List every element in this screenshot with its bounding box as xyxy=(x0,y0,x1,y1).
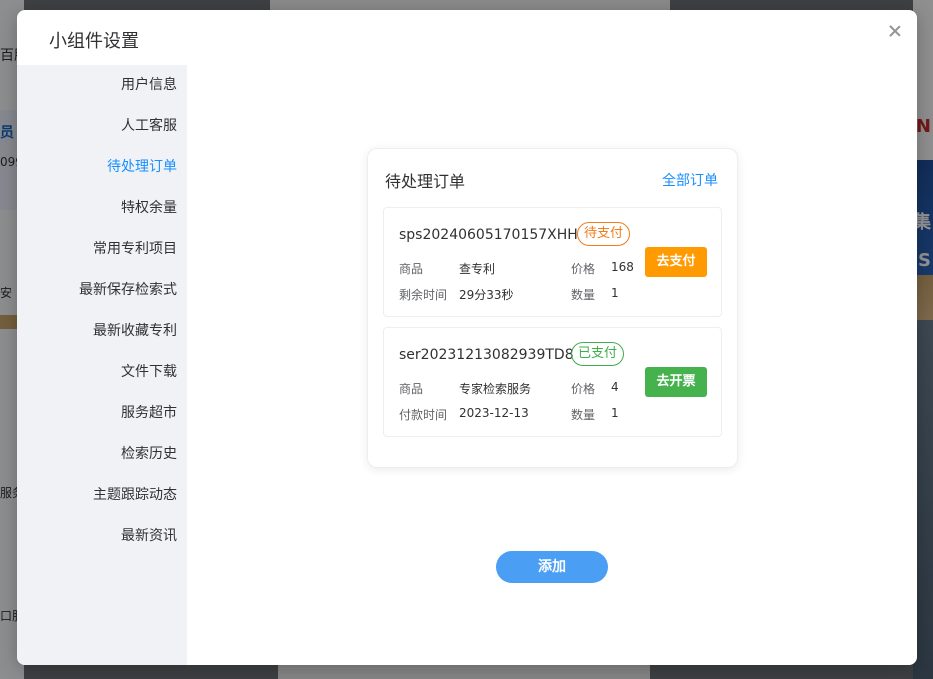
price-value: 4 xyxy=(611,380,619,394)
sidebar-item-file-download[interactable]: 文件下载 xyxy=(17,352,187,393)
sidebar-item-customer-service[interactable]: 人工客服 xyxy=(17,106,187,147)
sidebar-item-pending-orders[interactable]: 待处理订单 xyxy=(17,147,187,188)
widget-title: 待处理订单 xyxy=(385,168,465,192)
sidebar-item-service-market[interactable]: 服务超市 xyxy=(17,393,187,434)
add-widget-button[interactable]: 添加 xyxy=(496,551,608,583)
sidebar-item-topic-tracking[interactable]: 主题跟踪动态 xyxy=(17,475,187,516)
quantity-label: 数量 xyxy=(571,406,595,423)
widget-settings-dialog: 小组件设置 用户信息 人工客服 待处理订单 特权余量 常用专利项目 最新保存检索… xyxy=(17,10,917,665)
time-label: 付款时间 xyxy=(399,406,447,423)
product-label: 商品 xyxy=(399,260,423,277)
product-value: 专家检索服务 xyxy=(459,380,531,397)
sidebar-item-favorite-patents[interactable]: 最新收藏专利 xyxy=(17,311,187,352)
quantity-value: 1 xyxy=(611,406,619,420)
sidebar-item-user-info[interactable]: 用户信息 xyxy=(17,65,187,106)
sidebar-item-privilege-balance[interactable]: 特权余量 xyxy=(17,188,187,229)
pay-button[interactable]: 去支付 xyxy=(645,247,707,277)
status-badge: 待支付 xyxy=(577,222,630,246)
order-card: sps20240605170157XHH 待支付 商品 查专利 价格 168 剩… xyxy=(383,207,722,317)
sidebar-item-saved-queries[interactable]: 最新保存检索式 xyxy=(17,270,187,311)
product-value: 查专利 xyxy=(459,260,495,277)
widget-preview-area: 待处理订单 全部订单 sps20240605170157XHH 待支付 商品 查… xyxy=(187,65,917,665)
sidebar-item-frequent-projects[interactable]: 常用专利项目 xyxy=(17,229,187,270)
order-id: ser20231213082939TD8 xyxy=(399,347,574,363)
quantity-label: 数量 xyxy=(571,286,595,303)
invoice-button[interactable]: 去开票 xyxy=(645,367,707,397)
quantity-value: 1 xyxy=(611,286,619,300)
price-label: 价格 xyxy=(571,260,595,277)
time-value: 29分33秒 xyxy=(459,286,514,303)
widget-sidebar: 用户信息 人工客服 待处理订单 特权余量 常用专利项目 最新保存检索式 最新收藏… xyxy=(17,65,187,665)
time-label: 剩余时间 xyxy=(399,286,447,303)
close-icon[interactable] xyxy=(887,23,903,39)
pending-orders-widget: 待处理订单 全部订单 sps20240605170157XHH 待支付 商品 查… xyxy=(367,148,738,468)
order-card: ser20231213082939TD8 已支付 商品 专家检索服务 价格 4 … xyxy=(383,327,722,437)
order-id: sps20240605170157XHH xyxy=(399,227,578,243)
price-value: 168 xyxy=(611,260,634,274)
status-badge: 已支付 xyxy=(571,342,624,366)
all-orders-link[interactable]: 全部订单 xyxy=(662,170,718,190)
price-label: 价格 xyxy=(571,380,595,397)
time-value: 2023-12-13 xyxy=(459,406,529,420)
dialog-title: 小组件设置 xyxy=(49,27,139,53)
product-label: 商品 xyxy=(399,380,423,397)
sidebar-item-latest-news[interactable]: 最新资讯 xyxy=(17,516,187,557)
sidebar-item-search-history[interactable]: 检索历史 xyxy=(17,434,187,475)
